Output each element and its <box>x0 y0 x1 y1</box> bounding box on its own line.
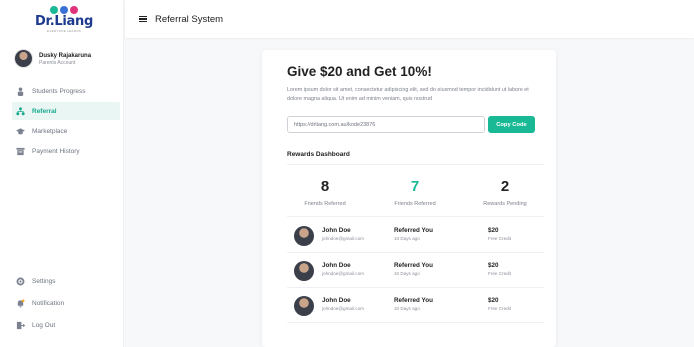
students-icon <box>16 86 25 96</box>
referral-name: John Doe <box>322 227 351 234</box>
avatar <box>294 261 314 281</box>
referral-name: John Doe <box>322 262 351 269</box>
sidebar-item-settings[interactable]: Settings <box>12 271 120 291</box>
avatar <box>294 296 314 316</box>
sidebar-item-label: Marketplace <box>32 127 68 135</box>
reward-amount: $20 <box>488 227 499 234</box>
page-title: Referral System <box>155 13 224 25</box>
reward-amount: $20 <box>488 297 499 304</box>
user-name: Dusky Rajakaruna <box>39 52 92 59</box>
menu-icon[interactable] <box>139 15 147 23</box>
stat-label: Friends Referred <box>304 201 346 207</box>
logo[interactable]: Dr.Liang EVERYONE LEARNS <box>34 6 94 36</box>
stat-friends-referred-highlight: 7 Friends Referred <box>370 178 460 207</box>
referral-time: 10 Days ago <box>394 306 420 311</box>
sidebar-item-payment-history[interactable]: Payment History <box>12 142 120 160</box>
logo-dot-blue <box>60 6 68 14</box>
sidebar-item-marketplace[interactable]: Marketplace <box>12 122 120 140</box>
stat-value: 2 <box>500 178 510 195</box>
divider <box>287 164 544 165</box>
user-role: Parents Account <box>39 59 76 66</box>
stat-friends-referred: 8 Friends Referred <box>280 178 370 207</box>
referral-status: Referred You <box>394 262 433 269</box>
reward-amount: $20 <box>488 262 499 269</box>
sidebar-item-label: Notification <box>32 299 65 307</box>
reward-type: Free Credit <box>488 236 511 241</box>
list-item[interactable]: John Doe johndoe@gmail.com Referred You 10… <box>287 288 544 323</box>
sidebar-item-label: Students Progress <box>32 87 86 95</box>
referral-time: 10 Days ago <box>394 271 420 276</box>
sidebar-item-label: Referral <box>32 107 57 115</box>
referral-email: johndoe@gmail.com <box>322 306 364 311</box>
graduation-cap-icon <box>16 127 25 136</box>
referral-email: johndoe@gmail.com <box>322 236 364 241</box>
referral-code-row: Copy Code <box>287 116 535 133</box>
sidebar-item-notification[interactable]: Notification <box>12 293 120 313</box>
logo-wordmark: Dr.Liang <box>35 14 93 29</box>
stat-value: 7 <box>410 178 420 195</box>
stat-rewards-pending: 2 Rewards Pending <box>460 178 550 207</box>
sidebar-bottom-nav: Settings Notification Log Out <box>0 271 124 337</box>
reward-type: Free Credit <box>488 271 511 276</box>
payment-icon <box>16 147 25 156</box>
referral-icon <box>16 106 25 116</box>
reward-stats: 8 Friends Referred 7 Friends Referred 2 … <box>280 178 550 207</box>
list-item[interactable]: John Doe johndoe@gmail.com Referred You 10… <box>287 218 544 253</box>
referral-time: 10 Days ago <box>394 236 420 241</box>
stat-value: 8 <box>320 178 330 195</box>
referral-card: Give $20 and Get 10%! Lorem ipsum dolor … <box>262 50 556 347</box>
logo-dot-green <box>50 6 58 14</box>
referral-list: John Doe johndoe@gmail.com Referred You 10… <box>287 218 544 323</box>
referral-status: Referred You <box>394 297 433 304</box>
sidebar-item-students-progress[interactable]: Students Progress <box>12 82 120 100</box>
sidebar-item-label: Settings <box>32 277 56 285</box>
logo-tagline: EVERYONE LEARNS <box>47 29 81 33</box>
referral-headline: Give $20 and Get 10%! <box>287 64 432 79</box>
user-profile[interactable]: Dusky Rajakaruna Parents Account <box>14 49 91 68</box>
avatar <box>14 49 33 68</box>
stat-label: Rewards Pending <box>483 201 527 207</box>
gear-icon <box>16 277 25 286</box>
logo-dot-pink <box>70 6 78 14</box>
rewards-dashboard-title: Rewards Dashboard <box>287 151 350 158</box>
divider <box>287 216 544 217</box>
list-item[interactable]: John Doe johndoe@gmail.com Referred You 10… <box>287 253 544 288</box>
copy-code-button[interactable]: Copy Code <box>488 116 535 133</box>
sidebar-item-label: Payment History <box>32 147 80 155</box>
reward-type: Free Credit <box>488 306 511 311</box>
sidebar-item-referral[interactable]: Referral <box>12 102 120 120</box>
sidebar-item-label: Log Out <box>32 321 56 329</box>
referral-status: Referred You <box>394 227 433 234</box>
sidebar: Dr.Liang EVERYONE LEARNS Dusky Rajakarun… <box>0 0 124 347</box>
top-bar: Referral System <box>125 0 694 38</box>
referral-email: johndoe@gmail.com <box>322 271 364 276</box>
sidebar-nav: Students Progress Referral Marketplace P… <box>0 82 124 162</box>
logout-icon <box>16 321 25 330</box>
avatar <box>294 226 314 246</box>
referral-link-input[interactable] <box>287 116 485 133</box>
bell-icon <box>16 298 25 308</box>
referral-description: Lorem ipsum dolor sit amet, consectetur … <box>287 87 529 102</box>
sidebar-item-logout[interactable]: Log Out <box>12 315 120 335</box>
stat-label: Friends Referred <box>394 201 436 207</box>
referral-name: John Doe <box>322 297 351 304</box>
